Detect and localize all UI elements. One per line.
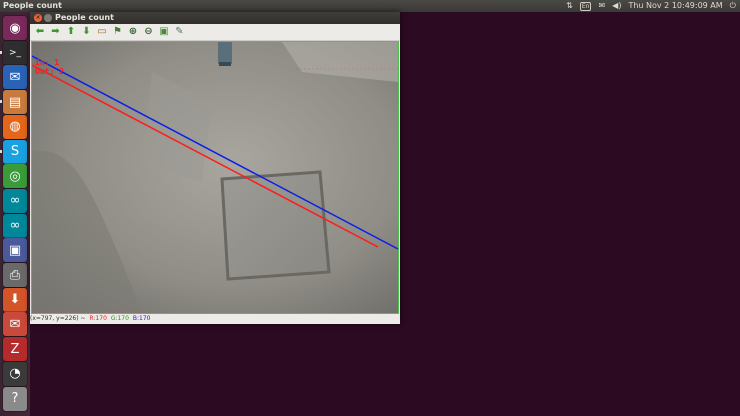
zoom-fit-icon[interactable]: ▭	[96, 26, 108, 38]
window-titlebar[interactable]: × People count	[30, 12, 400, 24]
dash-icon[interactable]: ◉	[3, 16, 27, 40]
pan-right-icon[interactable]: ➡	[50, 26, 62, 38]
pixel-r-value: R:170	[89, 315, 107, 322]
volume-icon[interactable]: ◀)	[612, 0, 621, 12]
thunderbird-icon[interactable]: ✉	[3, 65, 27, 90]
pan-up-icon[interactable]: ⬆	[65, 26, 77, 38]
install-icon[interactable]: ⬇	[3, 287, 27, 312]
mail-icon[interactable]: ✉	[598, 0, 605, 12]
help-icon[interactable]: ?	[3, 386, 27, 411]
in-count-label: In: 1	[35, 58, 60, 67]
zoom-in-icon[interactable]: ⊕	[127, 26, 139, 38]
files-icon[interactable]: ▤	[3, 90, 27, 115]
printer-icon[interactable]: ⎙	[3, 263, 27, 287]
running-indicator	[0, 50, 2, 54]
pixel-g-value: G:170	[110, 315, 129, 322]
zoom-100-icon[interactable]: ⚑	[112, 26, 124, 38]
launcher: ◉ >_ ✉ ▤ ◍ S ◎ ∞ ∞ ▣ ⎙ ⬇ ✉ Z ◔?	[0, 12, 30, 416]
manhole-cover	[220, 170, 331, 281]
running-indicator	[0, 100, 2, 104]
power-icon[interactable]: ⏻	[730, 0, 736, 12]
pan-left-icon[interactable]: ⬅	[34, 26, 46, 38]
out-count-label: Out: 2	[35, 67, 64, 76]
remote-desktop-icon[interactable]: ▣	[3, 238, 27, 263]
pixel-coordinates: (x=797, y=226) ~	[30, 315, 86, 322]
window-toolbar: ⬅ ➡ ⬆ ⬇ ▭ ⚑ ⊕ ⊖ ▣ ✎	[30, 24, 400, 41]
status-bar: (x=797, y=226) ~ R:170 G:170 B:170	[30, 314, 400, 324]
running-indicator	[0, 149, 2, 153]
terminal-icon[interactable]: >_	[3, 40, 27, 65]
shoe	[219, 62, 231, 66]
minimize-icon[interactable]	[44, 14, 52, 22]
active-app-title: People count	[3, 1, 62, 10]
top-panel: People count ⇅ En ✉ ◀) Thu Nov 2 10:49:0…	[0, 0, 740, 12]
filezilla-icon[interactable]: Z	[3, 337, 27, 362]
keyboard-layout-indicator[interactable]: En	[579, 1, 592, 11]
mail-app-icon[interactable]: ✉	[3, 312, 27, 337]
video-frame[interactable]: In: 1 Out: 2	[31, 41, 399, 314]
close-icon[interactable]: ×	[34, 14, 42, 22]
chrome-icon[interactable]: ◎	[3, 164, 27, 189]
arduino-2-icon[interactable]: ∞	[3, 213, 27, 238]
camera-image	[32, 42, 398, 313]
foot	[218, 42, 232, 64]
network-icon[interactable]: ⇅	[566, 0, 573, 12]
properties-icon[interactable]: ✎	[174, 26, 186, 38]
pixel-b-value: B:170	[132, 315, 151, 322]
zoom-out-icon[interactable]: ⊖	[143, 26, 155, 38]
indicator-area: ⇅ En ✉ ◀) Thu Nov 2 10:49:09 AM ⏻	[566, 0, 736, 12]
pan-down-icon[interactable]: ⬇	[81, 26, 93, 38]
people-count-window: × People count ⬅ ➡ ⬆ ⬇ ▭ ⚑ ⊕ ⊖ ▣ ✎ In: 1…	[30, 12, 400, 324]
window-title: People count	[55, 13, 114, 22]
firefox-icon[interactable]: ◍	[3, 114, 27, 139]
save-image-icon[interactable]: ▣	[158, 26, 170, 38]
clock[interactable]: Thu Nov 2 10:49:09 AM	[628, 0, 722, 12]
arduino-icon[interactable]: ∞	[3, 188, 27, 213]
skype-icon[interactable]: S	[3, 139, 27, 164]
game-icon[interactable]: ◔	[3, 361, 27, 386]
